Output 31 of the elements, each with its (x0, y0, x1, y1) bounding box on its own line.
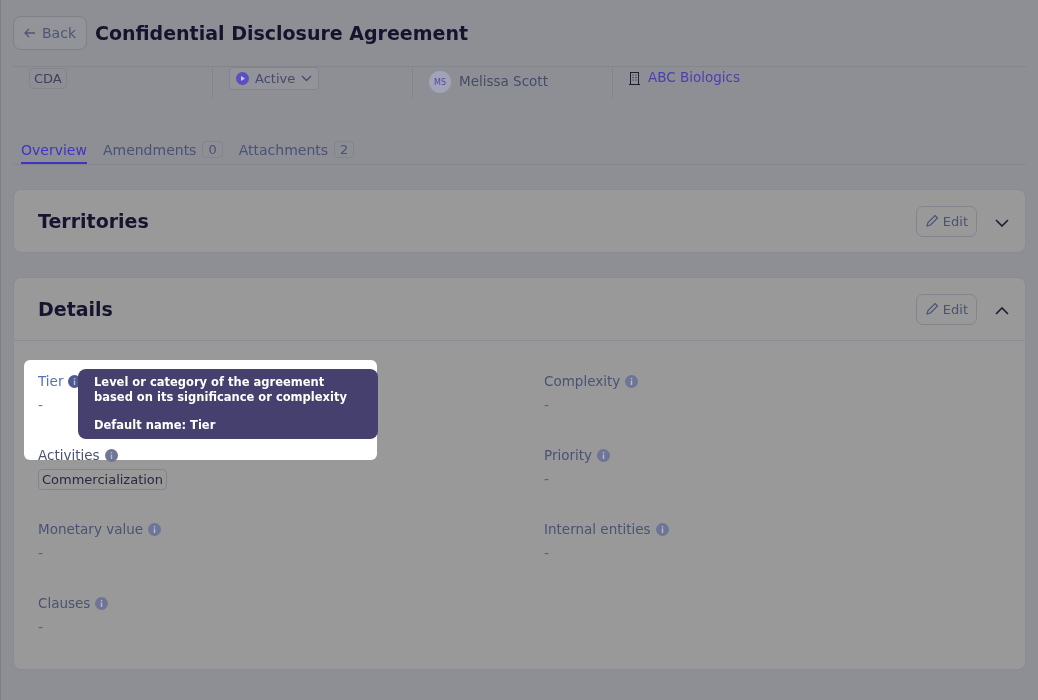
field-label: Priority (544, 447, 593, 463)
count-badge: 2 (334, 141, 355, 158)
tab[interactable]: Overview (21, 141, 87, 164)
field-label: Activities (38, 447, 100, 463)
section-title: Details (38, 298, 114, 320)
agreement-type-tag: CDA (29, 68, 67, 89)
field-value: - (544, 545, 550, 561)
edit-button[interactable]: Edit (915, 293, 977, 325)
activity-tag: Commercialization (38, 469, 168, 490)
field-label: Complexity (544, 373, 621, 389)
count-badge: 0 (202, 141, 223, 158)
back-button[interactable]: Back (13, 16, 87, 50)
field-label: Monetary value (38, 521, 144, 537)
owner-name: Melissa Scott (459, 73, 548, 89)
tab[interactable]: Attachments 2 (238, 141, 355, 164)
tooltip: Level or category of the agreement based on its significance or complexity Default name: Tier (78, 369, 378, 439)
section-title: Territories (38, 210, 150, 232)
field-label: Tier (38, 373, 64, 389)
tab[interactable]: Amendments 0 (102, 141, 223, 164)
field-label: Clauses (38, 595, 91, 611)
status-dropdown[interactable]: Active (229, 67, 320, 90)
field-value: - (544, 397, 550, 413)
company-link[interactable]: ABC Biologics (648, 69, 741, 85)
avatar: MS (429, 71, 451, 93)
field-value: - (38, 545, 44, 561)
edit-button[interactable]: Edit (915, 205, 977, 237)
field-value: - (38, 397, 44, 413)
page-title: Confidential Disclosure Agreement (95, 22, 469, 44)
field-value: - (38, 619, 44, 635)
field-value: - (544, 471, 550, 487)
field-label: Internal entities (544, 521, 651, 537)
